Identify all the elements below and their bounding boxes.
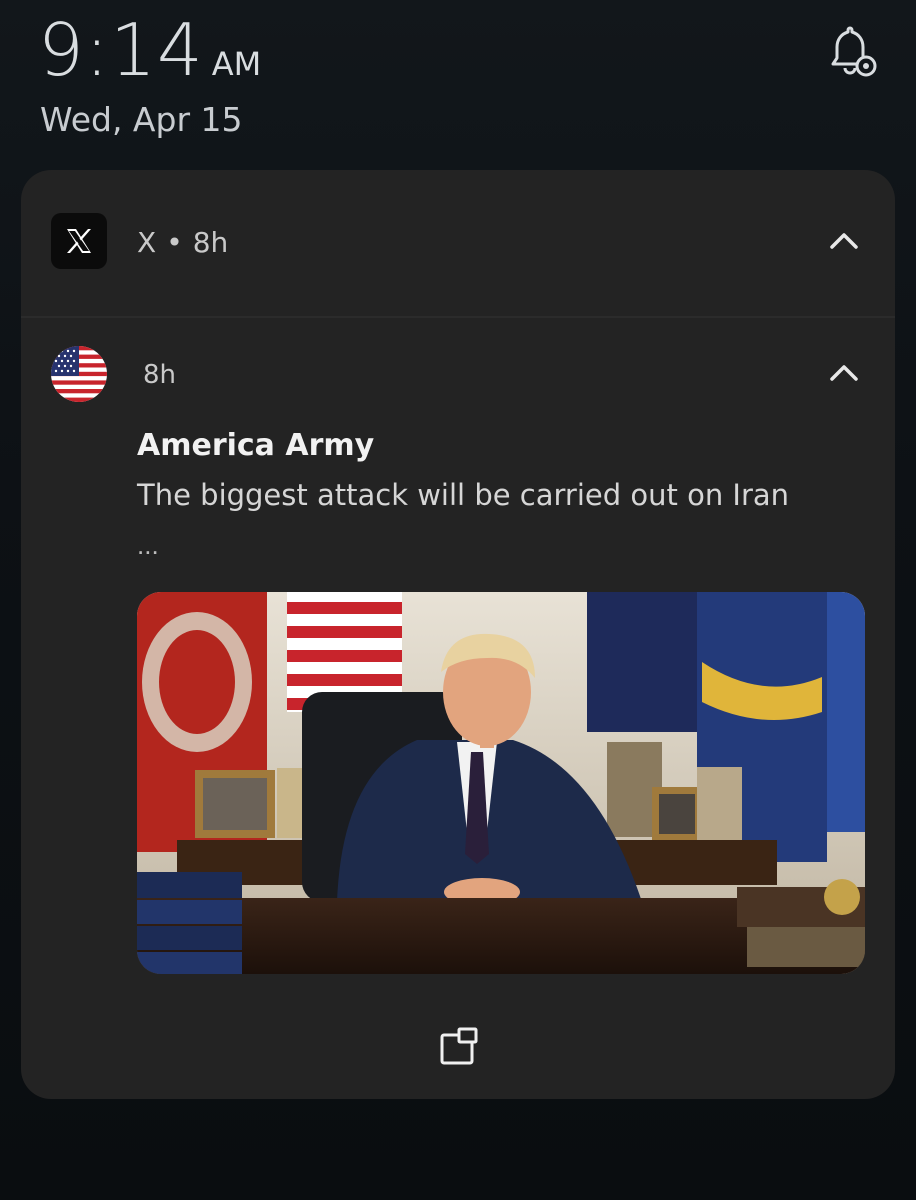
meta-separator: • (166, 226, 183, 259)
notification-age: 8h (143, 360, 177, 390)
clock-ampm: AM (211, 45, 262, 83)
notification-settings-bell-icon[interactable] (822, 22, 882, 82)
lockscreen-date: Wed, Apr 15 (40, 100, 243, 139)
app-meta: X • 8h (137, 226, 228, 259)
x-logo-icon (51, 213, 107, 269)
attached-image[interactable] (137, 592, 865, 974)
notification-body: The biggest attack will be carried out o… (137, 478, 790, 512)
open-in-popup-icon[interactable] (439, 1026, 479, 1066)
header-divider (21, 316, 895, 318)
notification-title: America Army (137, 428, 375, 463)
us-flag-avatar (51, 346, 107, 402)
lockscreen-clock: 9:14 AM (38, 14, 261, 86)
clock-time: 9:14 (38, 8, 204, 92)
chevron-up-icon[interactable] (829, 230, 859, 250)
notification-app-header[interactable]: X • 8h (21, 170, 895, 310)
notification-ellipsis: ... (137, 530, 159, 560)
app-age: 8h (192, 226, 229, 259)
chevron-up-icon[interactable] (829, 362, 859, 382)
app-name: X (137, 226, 157, 259)
notification-card[interactable]: X • 8h 8h America Army The biggest attac… (21, 170, 895, 1099)
